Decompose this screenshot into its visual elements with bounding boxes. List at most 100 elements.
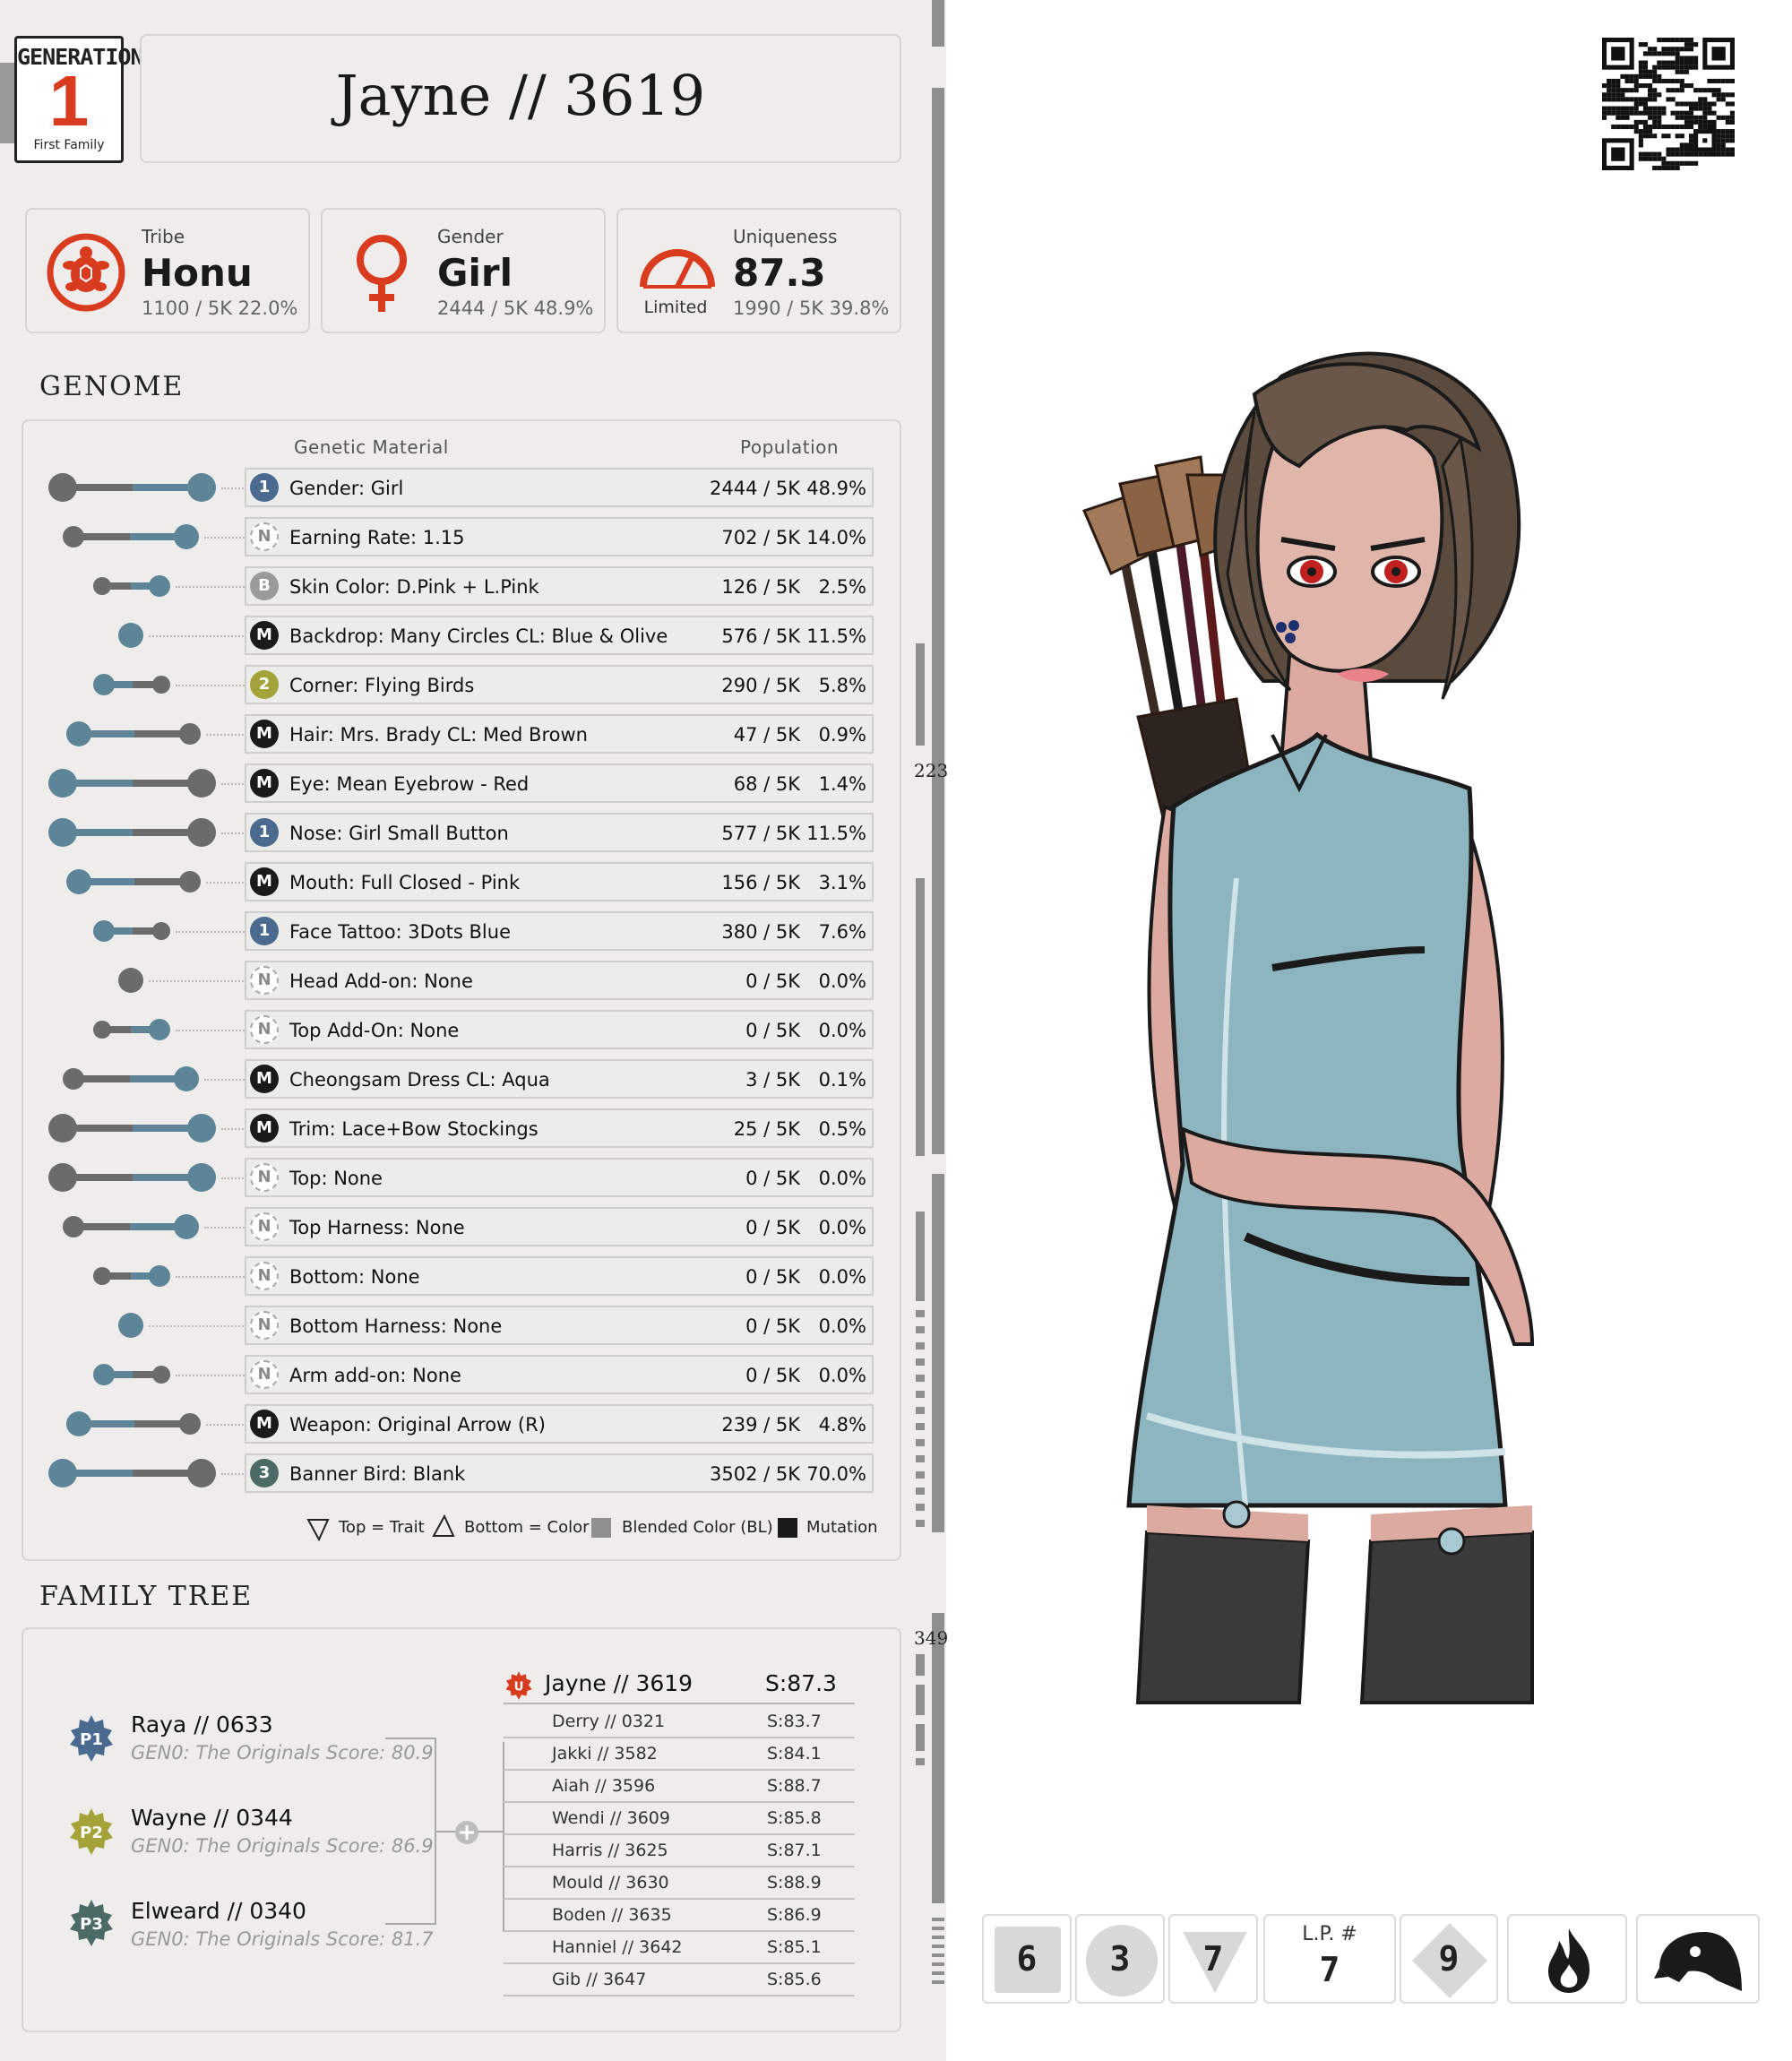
sibling-score: S:85.8 xyxy=(767,1808,822,1828)
tick xyxy=(932,1971,944,1975)
lp-value: 7 xyxy=(1319,1950,1340,1989)
legend-mutation: Mutation xyxy=(806,1518,878,1537)
trait-tile-2-value: 3 xyxy=(1109,1939,1131,1979)
gender-count: 2444 / 5K 48.9% xyxy=(437,298,594,319)
sibling-row[interactable]: Jakki // 3582 S:84.1 xyxy=(504,1737,855,1771)
gene-badge: N xyxy=(250,1311,279,1340)
gene-label: Face Tattoo: 3Dots Blue xyxy=(289,921,511,943)
gene-leader xyxy=(221,487,247,489)
self-name: Jayne // 3619 xyxy=(545,1670,694,1696)
trait-tile-2: 3 xyxy=(1075,1914,1165,2004)
gene-row: N Bottom Harness: None 0 / 5K 0.0% xyxy=(245,1306,874,1345)
gene-row: M Cheongsam Dress CL: Aqua 3 / 5K 0.1% xyxy=(245,1059,874,1099)
gene-label: Hair: Mrs. Brady CL: Med Brown xyxy=(289,724,588,746)
gene-percent: 14.0% xyxy=(806,527,866,548)
side-bar-a xyxy=(916,643,925,746)
gene-badge: M xyxy=(250,621,279,650)
gene-badge: M xyxy=(250,867,279,896)
sibling-row[interactable]: Boden // 3635 S:86.9 xyxy=(504,1898,855,1932)
gene-badge: N xyxy=(250,1015,279,1044)
tick xyxy=(932,1953,944,1957)
sibling-score: S:83.7 xyxy=(767,1712,822,1731)
parent-1-badge: P1 xyxy=(70,1715,113,1762)
side-tick xyxy=(916,1407,925,1414)
population-header: Population xyxy=(740,436,840,458)
tick xyxy=(932,1936,944,1939)
gene-row: B Skin Color: D.Pink + L.Pink 126 / 5K 2.5% xyxy=(245,566,874,606)
gene-label: Top: None xyxy=(289,1168,383,1189)
genetic-material-header: Genetic Material xyxy=(294,436,449,458)
side-bar-c xyxy=(916,1212,925,1301)
fire-icon xyxy=(1548,1928,1590,1993)
gene-label: Bottom Harness: None xyxy=(289,1315,503,1337)
trait-tile-5-value: 9 xyxy=(1438,1939,1460,1979)
gene-dot xyxy=(48,769,77,798)
gene-row: N Bottom: None 0 / 5K 0.0% xyxy=(245,1256,874,1296)
sibling-row[interactable]: Gib // 3647 S:85.6 xyxy=(504,1962,855,1996)
sibling-name: Mould // 3630 xyxy=(552,1873,669,1893)
turtle-icon xyxy=(47,233,125,312)
gene-label: Banner Bird: Blank xyxy=(289,1463,466,1485)
gene-count: 156 / 5K xyxy=(721,872,800,893)
sibling-name: Derry // 0321 xyxy=(552,1712,666,1731)
sibling-name: Wendi // 3609 xyxy=(552,1808,670,1828)
sibling-row[interactable]: Harris // 3625 S:87.1 xyxy=(504,1833,855,1867)
uniqueness-label: Uniqueness xyxy=(733,226,838,247)
gene-leader xyxy=(149,635,247,637)
gene-count: 239 / 5K xyxy=(721,1414,800,1436)
gene-percent: 11.5% xyxy=(806,823,866,844)
gene-badge: 2 xyxy=(250,670,279,699)
uniqueness-value: 87.3 xyxy=(733,251,826,295)
gene-row: N Top: None 0 / 5K 0.0% xyxy=(245,1158,874,1197)
gene-count: 2444 / 5K xyxy=(709,478,800,499)
gene-count: 3502 / 5K xyxy=(709,1463,800,1485)
sibling-score: S:88.7 xyxy=(767,1776,822,1796)
trait-tile-1: 6 xyxy=(982,1914,1072,2004)
parent-3-badge: P3 xyxy=(70,1900,113,1946)
parent-2-name[interactable]: Wayne // 0344 xyxy=(131,1805,293,1831)
uniqueness-count: 1990 / 5K 39.8% xyxy=(733,298,890,319)
gene-label: Trim: Lace+Bow Stockings xyxy=(289,1118,538,1140)
uniqueness-card: Limited Uniqueness 87.3 1990 / 5K 39.8% xyxy=(616,208,901,333)
gene-percent: 0.5% xyxy=(818,1118,866,1140)
gene-dot xyxy=(174,524,199,549)
side-tick xyxy=(916,1439,925,1446)
side-tick xyxy=(916,1685,925,1715)
side-tick xyxy=(916,1326,925,1333)
side-tick xyxy=(916,1342,925,1350)
sibling-row[interactable]: Wendi // 3609 S:85.8 xyxy=(504,1801,855,1835)
gene-count: 702 / 5K xyxy=(721,527,800,548)
gene-dot xyxy=(63,526,84,548)
gene-percent: 0.0% xyxy=(818,1315,866,1337)
gene-leader xyxy=(221,1177,247,1179)
tick xyxy=(932,1980,944,1984)
gene-badge: M xyxy=(250,1410,279,1438)
parent-1-name[interactable]: Raya // 0633 xyxy=(131,1712,273,1738)
sibling-row[interactable]: Aiah // 3596 S:88.7 xyxy=(504,1769,855,1803)
sibling-row[interactable]: Derry // 0321 S:83.7 xyxy=(504,1704,855,1738)
sibling-row[interactable]: Mould // 3630 S:88.9 xyxy=(504,1866,855,1900)
gene-dot xyxy=(66,1411,91,1436)
gene-leader xyxy=(204,537,247,539)
tick xyxy=(932,1945,944,1948)
tribe-label: Tribe xyxy=(142,226,185,247)
gene-badge: M xyxy=(250,769,279,798)
scroll-bar-main xyxy=(932,88,944,1154)
gene-badge: M xyxy=(250,1114,279,1143)
gene-dot xyxy=(48,1114,77,1143)
gene-percent: 0.0% xyxy=(818,1217,866,1238)
gene-label: Backdrop: Many Circles CL: Blue & Olive xyxy=(289,625,668,647)
bird-tile xyxy=(1636,1914,1760,2004)
gene-percent: 11.5% xyxy=(806,625,866,647)
gene-count: 47 / 5K xyxy=(733,724,800,746)
gene-dot xyxy=(93,1364,115,1385)
badge-tab xyxy=(0,63,14,143)
parent-3-name[interactable]: Elweard // 0340 xyxy=(131,1898,306,1924)
gene-leader xyxy=(204,1227,247,1229)
gene-dot xyxy=(63,1216,84,1237)
gene-row: M Backdrop: Many Circles CL: Blue & Olive… xyxy=(245,616,874,655)
gene-row: M Weapon: Original Arrow (R) 239 / 5K 4.8% xyxy=(245,1404,874,1444)
tribe-value: Honu xyxy=(142,251,253,295)
gene-dot xyxy=(66,869,91,894)
sibling-row[interactable]: Hanniel // 3642 S:85.1 xyxy=(504,1930,855,1964)
